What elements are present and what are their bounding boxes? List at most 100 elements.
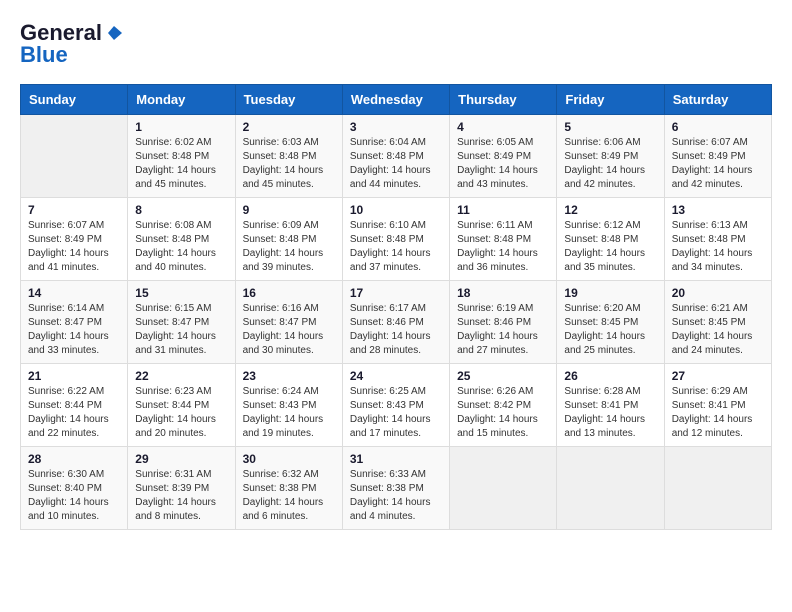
calendar-cell: 31 Sunrise: 6:33 AMSunset: 8:38 PMDaylig… <box>342 447 449 530</box>
calendar-cell: 20 Sunrise: 6:21 AMSunset: 8:45 PMDaylig… <box>664 281 771 364</box>
header-day-thursday: Thursday <box>450 85 557 115</box>
calendar-cell: 30 Sunrise: 6:32 AMSunset: 8:38 PMDaylig… <box>235 447 342 530</box>
calendar-cell: 13 Sunrise: 6:13 AMSunset: 8:48 PMDaylig… <box>664 198 771 281</box>
day-info: Sunrise: 6:06 AMSunset: 8:49 PMDaylight:… <box>564 136 656 192</box>
day-info: Sunrise: 6:14 AMSunset: 8:47 PMDaylight:… <box>28 302 120 358</box>
header: General Blue <box>20 20 772 68</box>
day-number: 20 <box>672 286 764 300</box>
calendar-cell: 4 Sunrise: 6:05 AMSunset: 8:49 PMDayligh… <box>450 115 557 198</box>
day-number: 31 <box>350 452 442 466</box>
calendar-cell: 7 Sunrise: 6:07 AMSunset: 8:49 PMDayligh… <box>21 198 128 281</box>
week-row-2: 7 Sunrise: 6:07 AMSunset: 8:49 PMDayligh… <box>21 198 772 281</box>
calendar-cell <box>21 115 128 198</box>
day-info: Sunrise: 6:23 AMSunset: 8:44 PMDaylight:… <box>135 385 227 441</box>
day-number: 1 <box>135 120 227 134</box>
day-number: 15 <box>135 286 227 300</box>
day-info: Sunrise: 6:13 AMSunset: 8:48 PMDaylight:… <box>672 219 764 275</box>
week-row-4: 21 Sunrise: 6:22 AMSunset: 8:44 PMDaylig… <box>21 364 772 447</box>
day-number: 27 <box>672 369 764 383</box>
day-number: 16 <box>243 286 335 300</box>
calendar-cell: 8 Sunrise: 6:08 AMSunset: 8:48 PMDayligh… <box>128 198 235 281</box>
day-number: 14 <box>28 286 120 300</box>
day-number: 4 <box>457 120 549 134</box>
day-info: Sunrise: 6:24 AMSunset: 8:43 PMDaylight:… <box>243 385 335 441</box>
header-day-monday: Monday <box>128 85 235 115</box>
day-info: Sunrise: 6:21 AMSunset: 8:45 PMDaylight:… <box>672 302 764 358</box>
logo-blue: Blue <box>20 42 68 68</box>
day-number: 21 <box>28 369 120 383</box>
day-number: 12 <box>564 203 656 217</box>
calendar-cell <box>557 447 664 530</box>
logo: General Blue <box>20 20 122 68</box>
day-info: Sunrise: 6:07 AMSunset: 8:49 PMDaylight:… <box>672 136 764 192</box>
calendar-cell: 9 Sunrise: 6:09 AMSunset: 8:48 PMDayligh… <box>235 198 342 281</box>
day-info: Sunrise: 6:04 AMSunset: 8:48 PMDaylight:… <box>350 136 442 192</box>
calendar-cell <box>664 447 771 530</box>
calendar-cell: 18 Sunrise: 6:19 AMSunset: 8:46 PMDaylig… <box>450 281 557 364</box>
calendar-cell: 6 Sunrise: 6:07 AMSunset: 8:49 PMDayligh… <box>664 115 771 198</box>
day-number: 10 <box>350 203 442 217</box>
day-number: 22 <box>135 369 227 383</box>
calendar-cell: 29 Sunrise: 6:31 AMSunset: 8:39 PMDaylig… <box>128 447 235 530</box>
day-number: 30 <box>243 452 335 466</box>
day-number: 11 <box>457 203 549 217</box>
calendar-cell: 22 Sunrise: 6:23 AMSunset: 8:44 PMDaylig… <box>128 364 235 447</box>
calendar-cell: 17 Sunrise: 6:17 AMSunset: 8:46 PMDaylig… <box>342 281 449 364</box>
day-info: Sunrise: 6:31 AMSunset: 8:39 PMDaylight:… <box>135 468 227 524</box>
calendar-cell: 23 Sunrise: 6:24 AMSunset: 8:43 PMDaylig… <box>235 364 342 447</box>
calendar-cell: 15 Sunrise: 6:15 AMSunset: 8:47 PMDaylig… <box>128 281 235 364</box>
calendar-cell: 10 Sunrise: 6:10 AMSunset: 8:48 PMDaylig… <box>342 198 449 281</box>
calendar-cell: 19 Sunrise: 6:20 AMSunset: 8:45 PMDaylig… <box>557 281 664 364</box>
calendar-cell: 5 Sunrise: 6:06 AMSunset: 8:49 PMDayligh… <box>557 115 664 198</box>
calendar-cell: 14 Sunrise: 6:14 AMSunset: 8:47 PMDaylig… <box>21 281 128 364</box>
day-number: 19 <box>564 286 656 300</box>
day-info: Sunrise: 6:11 AMSunset: 8:48 PMDaylight:… <box>457 219 549 275</box>
header-day-friday: Friday <box>557 85 664 115</box>
day-info: Sunrise: 6:09 AMSunset: 8:48 PMDaylight:… <box>243 219 335 275</box>
day-info: Sunrise: 6:29 AMSunset: 8:41 PMDaylight:… <box>672 385 764 441</box>
week-row-1: 1 Sunrise: 6:02 AMSunset: 8:48 PMDayligh… <box>21 115 772 198</box>
day-number: 3 <box>350 120 442 134</box>
day-info: Sunrise: 6:02 AMSunset: 8:48 PMDaylight:… <box>135 136 227 192</box>
header-day-wednesday: Wednesday <box>342 85 449 115</box>
calendar-cell: 3 Sunrise: 6:04 AMSunset: 8:48 PMDayligh… <box>342 115 449 198</box>
calendar-table: SundayMondayTuesdayWednesdayThursdayFrid… <box>20 84 772 530</box>
calendar-cell: 2 Sunrise: 6:03 AMSunset: 8:48 PMDayligh… <box>235 115 342 198</box>
day-info: Sunrise: 6:16 AMSunset: 8:47 PMDaylight:… <box>243 302 335 358</box>
day-number: 5 <box>564 120 656 134</box>
day-info: Sunrise: 6:22 AMSunset: 8:44 PMDaylight:… <box>28 385 120 441</box>
day-number: 23 <box>243 369 335 383</box>
day-number: 25 <box>457 369 549 383</box>
calendar-cell: 24 Sunrise: 6:25 AMSunset: 8:43 PMDaylig… <box>342 364 449 447</box>
calendar-cell: 16 Sunrise: 6:16 AMSunset: 8:47 PMDaylig… <box>235 281 342 364</box>
calendar-cell: 25 Sunrise: 6:26 AMSunset: 8:42 PMDaylig… <box>450 364 557 447</box>
day-number: 24 <box>350 369 442 383</box>
day-number: 13 <box>672 203 764 217</box>
day-info: Sunrise: 6:30 AMSunset: 8:40 PMDaylight:… <box>28 468 120 524</box>
header-row: SundayMondayTuesdayWednesdayThursdayFrid… <box>21 85 772 115</box>
day-number: 17 <box>350 286 442 300</box>
day-info: Sunrise: 6:12 AMSunset: 8:48 PMDaylight:… <box>564 219 656 275</box>
calendar-cell: 1 Sunrise: 6:02 AMSunset: 8:48 PMDayligh… <box>128 115 235 198</box>
day-info: Sunrise: 6:25 AMSunset: 8:43 PMDaylight:… <box>350 385 442 441</box>
day-number: 8 <box>135 203 227 217</box>
day-info: Sunrise: 6:10 AMSunset: 8:48 PMDaylight:… <box>350 219 442 275</box>
day-info: Sunrise: 6:33 AMSunset: 8:38 PMDaylight:… <box>350 468 442 524</box>
header-day-saturday: Saturday <box>664 85 771 115</box>
calendar-cell: 27 Sunrise: 6:29 AMSunset: 8:41 PMDaylig… <box>664 364 771 447</box>
day-info: Sunrise: 6:03 AMSunset: 8:48 PMDaylight:… <box>243 136 335 192</box>
calendar-cell: 12 Sunrise: 6:12 AMSunset: 8:48 PMDaylig… <box>557 198 664 281</box>
day-number: 6 <box>672 120 764 134</box>
day-number: 2 <box>243 120 335 134</box>
day-number: 26 <box>564 369 656 383</box>
day-info: Sunrise: 6:08 AMSunset: 8:48 PMDaylight:… <box>135 219 227 275</box>
day-number: 9 <box>243 203 335 217</box>
day-number: 18 <box>457 286 549 300</box>
day-info: Sunrise: 6:20 AMSunset: 8:45 PMDaylight:… <box>564 302 656 358</box>
day-number: 29 <box>135 452 227 466</box>
calendar-cell <box>450 447 557 530</box>
week-row-5: 28 Sunrise: 6:30 AMSunset: 8:40 PMDaylig… <box>21 447 772 530</box>
day-info: Sunrise: 6:07 AMSunset: 8:49 PMDaylight:… <box>28 219 120 275</box>
header-day-sunday: Sunday <box>21 85 128 115</box>
day-info: Sunrise: 6:26 AMSunset: 8:42 PMDaylight:… <box>457 385 549 441</box>
